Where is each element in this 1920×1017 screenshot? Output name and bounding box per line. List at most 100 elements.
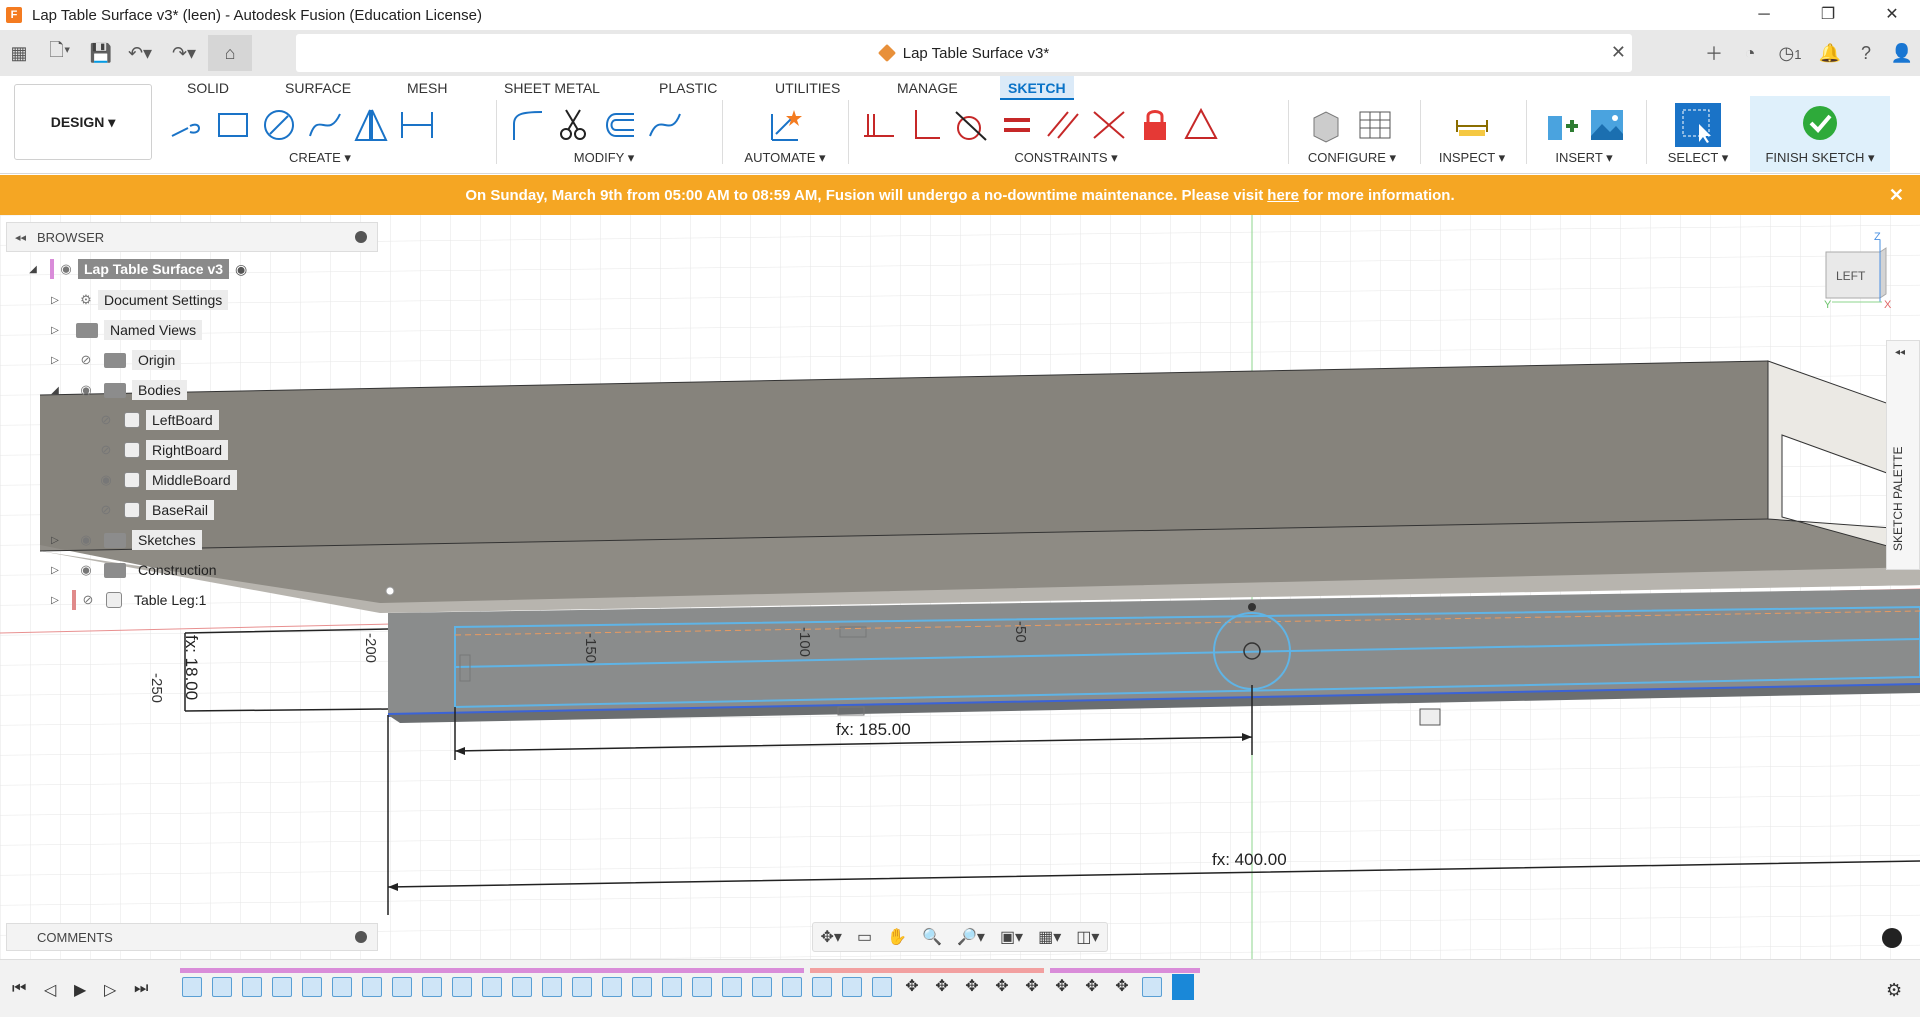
home-icon[interactable]: ⌂: [208, 35, 252, 71]
hidden-eye-icon[interactable]: ⊘: [76, 592, 100, 608]
expand-chevron-icon[interactable]: ▷: [48, 565, 62, 576]
tree-body-rightboard[interactable]: ⊘ RightBoard: [94, 438, 229, 462]
tab-utilities[interactable]: UTILITIES: [767, 76, 848, 100]
tree-table-leg[interactable]: ▷ ⊘ Table Leg:1: [48, 588, 212, 612]
timeline-feature-icon[interactable]: [212, 977, 232, 997]
banner-link[interactable]: here: [1267, 187, 1299, 204]
fillet-icon[interactable]: [504, 103, 550, 147]
timeline-feature-icon[interactable]: [722, 977, 742, 997]
trim-icon[interactable]: [550, 103, 596, 147]
timeline-prev-icon[interactable]: ◁: [44, 980, 56, 1000]
create-menu[interactable]: CREATE ▾: [164, 150, 476, 166]
look-at-icon[interactable]: ▭: [857, 927, 872, 947]
timeline-feature-icon[interactable]: [182, 977, 202, 997]
expand-palette-icon[interactable]: ◂◂: [1895, 347, 1905, 358]
expand-chevron-icon[interactable]: ▷: [48, 325, 62, 336]
timeline-feature-icon[interactable]: [242, 977, 262, 997]
activate-radio-icon[interactable]: ◉: [235, 261, 247, 278]
timeline-first-icon[interactable]: ⏮: [12, 980, 26, 998]
visibility-eye-icon[interactable]: ◉: [94, 472, 118, 488]
timeline-feature-icon[interactable]: [272, 977, 292, 997]
constraints-menu[interactable]: CONSTRAINTS ▾: [856, 150, 1276, 166]
timeline-move-feature-icon[interactable]: ✥: [902, 977, 922, 997]
offset-icon[interactable]: [596, 103, 642, 147]
orbit-icon[interactable]: ✥▾: [821, 927, 842, 947]
timeline-feature-icon[interactable]: [782, 977, 802, 997]
timeline-feature-icon[interactable]: [572, 977, 592, 997]
comments-panel[interactable]: COMMENTS: [6, 923, 378, 951]
tab-solid[interactable]: SOLID: [179, 76, 237, 100]
expand-chevron-icon[interactable]: ▷: [48, 295, 62, 306]
job-status-icon[interactable]: ◷1: [1768, 43, 1812, 64]
tab-mesh[interactable]: MESH: [399, 76, 455, 100]
tab-plastic[interactable]: PLASTIC: [651, 76, 725, 100]
restore-button[interactable]: ❐: [1802, 0, 1854, 30]
timeline-feature-icon[interactable]: [602, 977, 622, 997]
timeline-feature-icon[interactable]: [632, 977, 652, 997]
timeline-marker[interactable]: [1172, 974, 1194, 1000]
grid-settings-icon[interactable]: ▦▾: [1038, 927, 1061, 947]
undo-icon[interactable]: ↶▾: [120, 38, 160, 68]
timeline-feature-icon[interactable]: [662, 977, 682, 997]
configure-cube-icon[interactable]: [1306, 103, 1352, 147]
coincident-constraint-icon[interactable]: [856, 103, 902, 147]
select-icon[interactable]: [1675, 103, 1721, 147]
expand-chevron-icon[interactable]: ▷: [48, 595, 62, 606]
sketch-glyph-icon[interactable]: [1419, 708, 1441, 726]
visibility-eye-icon[interactable]: ◉: [74, 562, 98, 578]
timeline-settings-gear-icon[interactable]: ⚙: [1886, 980, 1902, 1001]
hidden-eye-icon[interactable]: ⊘: [74, 352, 98, 368]
curve-icon[interactable]: [642, 103, 688, 147]
rectangle-icon[interactable]: [210, 103, 256, 147]
dimension-height-label[interactable]: fx: 18.00: [182, 635, 201, 700]
workspace-switcher[interactable]: DESIGN ▾: [14, 84, 152, 160]
timeline-play-icon[interactable]: ▶: [74, 980, 86, 1000]
avatar[interactable]: 👤: [1884, 43, 1920, 64]
timeline-move-feature-icon[interactable]: ✥: [1112, 977, 1132, 997]
visibility-eye-icon[interactable]: ◉: [54, 261, 78, 277]
tab-sketch[interactable]: SKETCH: [1000, 76, 1074, 100]
viewports-icon[interactable]: ◫▾: [1076, 927, 1099, 947]
finish-sketch-button[interactable]: FINISH SKETCH ▾: [1750, 150, 1890, 166]
visibility-eye-icon[interactable]: ◉: [74, 532, 98, 548]
configure-menu[interactable]: CONFIGURE ▾: [1296, 150, 1408, 166]
timeline-feature-icon[interactable]: [542, 977, 562, 997]
tree-body-leftboard[interactable]: ⊘ LeftBoard: [94, 408, 219, 432]
timeline-feature-icon[interactable]: [362, 977, 382, 997]
tab-sheet-metal[interactable]: SHEET METAL: [496, 76, 608, 100]
browser-panel-header[interactable]: ◂◂ BROWSER: [6, 222, 378, 252]
collapse-panel-icon[interactable]: ◂◂: [15, 231, 26, 244]
expand-chevron-icon[interactable]: ▷: [48, 535, 62, 546]
tab-surface[interactable]: SURFACE: [277, 76, 359, 100]
tree-named-views[interactable]: ▷ Named Views: [48, 318, 203, 342]
model-canvas[interactable]: fx: 18.00 fx: 185.00 fx: 400.00 -250 -20…: [0, 215, 1920, 959]
timeline-feature-icon[interactable]: [752, 977, 772, 997]
timeline-feature-icon[interactable]: [842, 977, 862, 997]
zoom-window-icon[interactable]: 🔎▾: [957, 927, 985, 947]
triangle-constraint-icon[interactable]: [1178, 103, 1224, 147]
timeline-move-feature-icon[interactable]: ✥: [992, 977, 1012, 997]
tree-document-settings[interactable]: ▷ ⚙ Document Settings: [48, 288, 229, 312]
automate-sketch-icon[interactable]: [762, 103, 808, 147]
dimension-width-label[interactable]: fx: 185.00: [836, 720, 911, 739]
select-menu[interactable]: SELECT ▾: [1654, 150, 1742, 166]
tab-manage[interactable]: MANAGE: [889, 76, 966, 100]
tree-bodies[interactable]: ◢ ◉ Bodies: [48, 378, 187, 402]
tree-construction[interactable]: ▷ ◉ Construction: [48, 558, 223, 582]
tree-body-middleboard[interactable]: ◉ MiddleBoard: [94, 468, 237, 492]
insert-image-icon[interactable]: [1584, 103, 1630, 147]
hidden-eye-icon[interactable]: ⊘: [94, 442, 118, 458]
app-grid-icon[interactable]: ▦: [4, 38, 34, 68]
tree-sketches[interactable]: ▷ ◉ Sketches: [48, 528, 202, 552]
perpendicular-constraint-icon[interactable]: [902, 103, 948, 147]
file-menu-icon[interactable]: 🗋▾: [38, 38, 82, 68]
new-tab-icon[interactable]: ＋: [1696, 40, 1732, 66]
help-icon[interactable]: ?: [1848, 43, 1884, 64]
save-icon[interactable]: 💾: [86, 38, 116, 68]
notifications-icon[interactable]: 🔔: [1812, 43, 1848, 64]
timeline-move-feature-icon[interactable]: ✥: [1022, 977, 1042, 997]
timeline-feature-icon[interactable]: [302, 977, 322, 997]
zoom-icon[interactable]: 🔍: [922, 927, 942, 947]
tree-body-baserail[interactable]: ⊘ BaseRail: [94, 498, 215, 522]
modify-menu[interactable]: MODIFY ▾: [504, 150, 704, 166]
